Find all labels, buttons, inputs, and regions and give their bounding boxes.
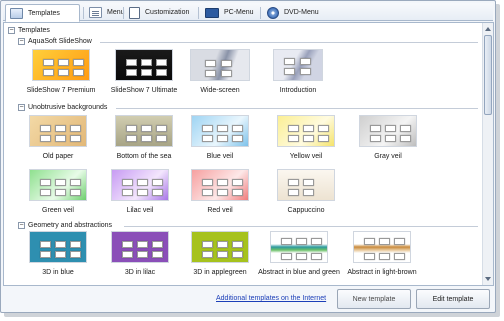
template-label: Wide-screen — [200, 87, 240, 94]
template-item[interactable]: Wide-screen — [180, 49, 260, 95]
tab-templates[interactable]: Templates — [5, 4, 80, 22]
scroll-down-icon[interactable] — [485, 277, 491, 281]
template-thumbnail — [273, 49, 323, 81]
dvd-icon — [267, 6, 279, 19]
template-label: Red veil — [207, 207, 233, 214]
section-header[interactable]: − Geometry and abstractions — [18, 222, 478, 229]
tab-label: Customization — [145, 9, 190, 16]
section-title: Geometry and abstractions — [28, 222, 113, 229]
template-thumbnail — [115, 115, 173, 147]
tab-customization[interactable]: Customization — [125, 4, 193, 21]
template-thumbnail — [359, 115, 417, 147]
tab-label: Templates — [28, 9, 60, 17]
template-label: Bottom of the sea — [116, 153, 172, 160]
template-item[interactable]: 3D in lilac — [100, 231, 180, 277]
template-label: Green veil — [42, 207, 74, 214]
tree-root-label: Templates — [18, 27, 50, 34]
template-thumbnail — [190, 49, 250, 81]
section-rule — [116, 108, 478, 109]
template-thumbnail — [353, 231, 411, 263]
template-thumbnail — [270, 231, 328, 263]
tab-bar: Templates Menu Customization PC-Menu DVD… — [3, 3, 493, 22]
template-item[interactable]: 3D in blue — [18, 231, 98, 277]
template-window: Templates Menu Customization PC-Menu DVD… — [0, 0, 496, 313]
template-thumbnail — [111, 169, 169, 201]
template-item[interactable]: Introduction — [258, 49, 338, 95]
template-item[interactable]: Bottom of the sea — [104, 115, 184, 161]
footer-bar: Additional templates on the Internet New… — [3, 287, 494, 312]
template-label: Introduction — [279, 87, 317, 94]
tab-separator — [198, 7, 199, 19]
template-item[interactable]: Gray veil — [348, 115, 428, 161]
template-thumbnail — [277, 169, 335, 201]
new-template-button[interactable]: New template — [337, 289, 411, 309]
template-label: Cappuccino — [287, 207, 325, 214]
additional-templates-link[interactable]: Additional templates on the Internet — [216, 295, 326, 302]
template-label: SlideShow 7 Ultimate — [110, 87, 178, 94]
template-label: Lilac veil — [126, 207, 154, 214]
template-item[interactable]: Lilac veil — [100, 169, 180, 215]
scroll-thumb[interactable] — [484, 35, 492, 115]
template-label: Abstract in blue and green — [258, 269, 340, 276]
vertical-scrollbar[interactable] — [482, 23, 493, 285]
template-thumbnail — [115, 49, 173, 81]
section-header[interactable]: − AquaSoft SlideShow — [18, 38, 478, 45]
template-thumbnail — [29, 169, 87, 201]
pc-menu-icon — [205, 7, 219, 18]
collapse-icon[interactable]: − — [18, 38, 25, 45]
template-item[interactable]: Green veil — [18, 169, 98, 215]
template-label: 3D in lilac — [124, 269, 156, 276]
collapse-icon[interactable]: − — [18, 222, 25, 229]
template-item[interactable]: Old paper — [18, 115, 98, 161]
template-thumbnail — [29, 231, 87, 263]
tab-separator — [83, 7, 84, 19]
customization-icon — [129, 6, 140, 19]
template-label: SlideShow 7 Premium — [26, 87, 96, 94]
template-label: 3D in applegreen — [193, 269, 247, 276]
tab-pc-menu[interactable]: PC-Menu — [201, 4, 258, 21]
collapse-icon[interactable]: − — [18, 104, 25, 111]
tab-label: DVD-Menu — [284, 9, 319, 16]
tab-separator — [260, 7, 261, 19]
template-label: Old paper — [42, 153, 74, 160]
template-thumbnail — [29, 115, 87, 147]
section-title: Unobtrusive backgrounds — [28, 104, 108, 111]
template-item[interactable]: SlideShow 7 Premium — [21, 49, 101, 95]
template-item[interactable]: Cappuccino — [266, 169, 346, 215]
template-item[interactable]: Red veil — [180, 169, 260, 215]
template-label: Gray veil — [374, 153, 402, 160]
template-item[interactable]: Blue veil — [180, 115, 260, 161]
tree-root[interactable]: − Templates — [8, 27, 50, 34]
template-label: Blue veil — [206, 153, 234, 160]
template-thumbnail — [111, 231, 169, 263]
template-item[interactable]: Abstract in blue and green — [258, 231, 340, 277]
section-title: AquaSoft SlideShow — [28, 38, 92, 45]
template-label: 3D in blue — [42, 269, 74, 276]
tab-dvd-menu[interactable]: DVD-Menu — [263, 4, 323, 21]
menu-icon — [89, 7, 102, 18]
template-list-panel[interactable]: − Templates − AquaSoft SlideShow SlideSh… — [3, 22, 494, 286]
tab-menu[interactable]: Menu — [85, 4, 129, 21]
tab-label: PC-Menu — [224, 9, 254, 16]
collapse-icon[interactable]: − — [8, 27, 15, 34]
template-thumbnail — [277, 115, 335, 147]
section-header[interactable]: − Unobtrusive backgrounds — [18, 104, 478, 111]
template-thumbnail — [191, 115, 249, 147]
section-rule — [100, 42, 478, 43]
template-item[interactable]: SlideShow 7 Ultimate — [104, 49, 184, 95]
template-item[interactable]: 3D in applegreen — [180, 231, 260, 277]
template-label: Yellow veil — [289, 153, 323, 160]
scroll-up-icon[interactable] — [485, 27, 491, 31]
tab-label: Menu — [107, 9, 125, 16]
template-thumbnail — [191, 231, 249, 263]
template-item[interactable]: Yellow veil — [266, 115, 346, 161]
section-rule — [124, 226, 478, 227]
template-thumbnail — [191, 169, 249, 201]
template-item[interactable]: Abstract in light-brown — [340, 231, 424, 277]
template-thumbnail — [32, 49, 90, 81]
tab-separator — [123, 7, 124, 19]
templates-icon — [10, 7, 23, 19]
template-label: Abstract in light-brown — [347, 269, 417, 276]
edit-template-button[interactable]: Edit template — [416, 289, 490, 309]
